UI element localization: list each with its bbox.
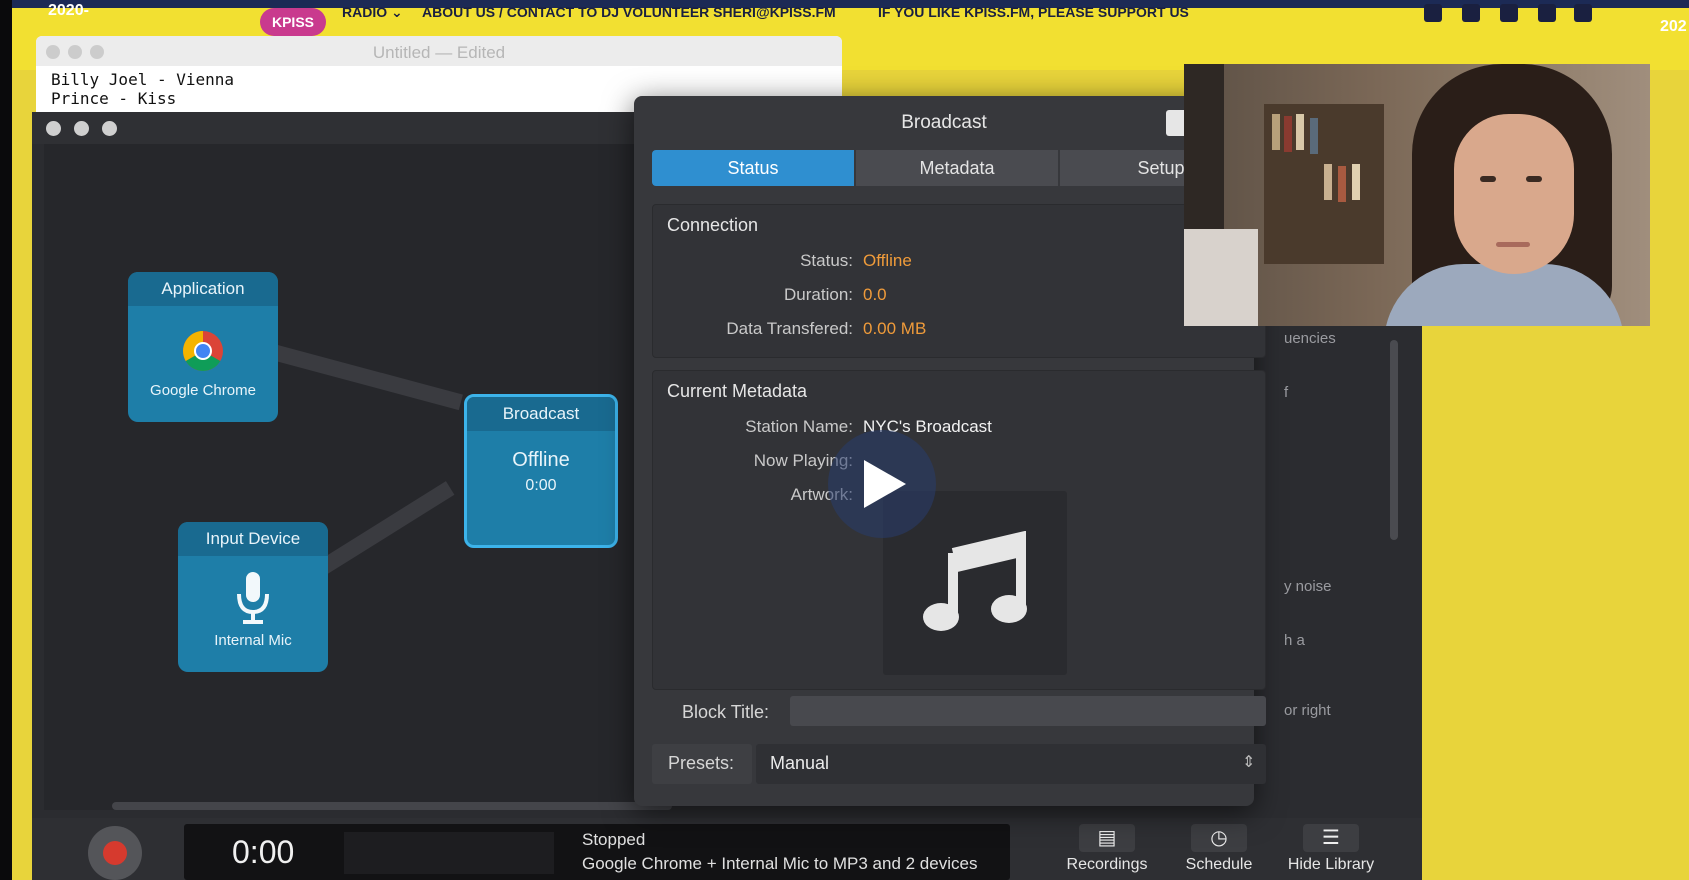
close-button[interactable]: [46, 121, 61, 136]
record-button[interactable]: [88, 826, 142, 880]
screen-recording: 2020- KPISS FM RADIO ⌄ ABOUT US / CONTAC…: [12, 0, 1689, 880]
library-text: h a: [1284, 632, 1305, 649]
dialog-title: Broadcast: [901, 112, 987, 133]
webcam-eye: [1480, 176, 1496, 182]
session-time: 0:00: [232, 834, 295, 870]
broadcast-time: 0:00: [525, 477, 557, 494]
year-label-right: 202: [1660, 18, 1687, 35]
twitter-icon[interactable]: [1462, 4, 1480, 22]
canvas-horizontal-scrollbar[interactable]: [112, 802, 672, 810]
artwork-label: Artwork:: [790, 485, 853, 504]
youtube-icon[interactable]: [1538, 4, 1556, 22]
webcam-bookshelf: [1264, 104, 1384, 264]
node-header: Input Device: [178, 522, 328, 556]
dialog-tabs: Status Metadata Setup: [652, 150, 1262, 186]
duration-value: 0.0: [863, 285, 887, 304]
session-description: Google Chrome + Internal Mic to MP3 and …: [582, 854, 978, 873]
hide-library-label: Hide Library: [1287, 856, 1375, 873]
year-label-left: 2020-: [48, 2, 89, 19]
session-display: 0:00 Stopped Google Chrome + Internal Mi…: [184, 824, 1010, 880]
block-title-input[interactable]: [790, 696, 1266, 726]
instagram-icon[interactable]: [1424, 4, 1442, 22]
recordings-button[interactable]: ▤ Recordings: [1062, 824, 1152, 880]
presets-value: Manual: [770, 753, 830, 773]
status-label: Status:: [800, 251, 853, 270]
webcam-person-face: [1454, 114, 1574, 274]
chrome-icon: [183, 331, 223, 371]
node-header: Application: [128, 272, 278, 306]
now-playing-label: Now Playing:: [753, 451, 853, 470]
block-title-label: Block Title:: [682, 702, 770, 722]
tumblr-icon[interactable]: [1574, 4, 1592, 22]
editor-line-1: Billy Joel - Vienna: [51, 70, 235, 89]
webcam-cabinet: [1184, 229, 1258, 326]
minimize-button[interactable]: [74, 121, 89, 136]
editor-titlebar: Untitled — Edited: [36, 36, 842, 66]
presets-label-box: Presets:: [652, 744, 752, 784]
status-value: Offline: [863, 251, 912, 270]
broadcast-status: Offline: [512, 449, 570, 471]
application-node[interactable]: Application Google Chrome: [128, 272, 278, 422]
library-panel: uencies f y noise h a or right: [1244, 330, 1402, 768]
hide-library-button[interactable]: ☰ Hide Library: [1286, 824, 1376, 880]
data-transfered-label: Data Transfered:: [726, 319, 853, 338]
nav-about[interactable]: ABOUT US / CONTACT TO DJ VOLUNTEER SHERI…: [422, 4, 836, 20]
schedule-button[interactable]: ◷ Schedule: [1174, 824, 1264, 880]
metadata-heading: Current Metadata: [667, 381, 808, 401]
recordings-label: Recordings: [1066, 856, 1148, 873]
site-logo[interactable]: KPISS FM: [260, 8, 326, 58]
schedule-label: Schedule: [1185, 856, 1253, 873]
clock-icon: ◷: [1191, 824, 1247, 852]
broadcast-node[interactable]: Broadcast Offline 0:00: [464, 394, 618, 548]
music-note-icon: [923, 531, 1027, 631]
webcam-eye: [1526, 176, 1542, 182]
zoom-button[interactable]: [102, 121, 117, 136]
library-text: y noise: [1284, 578, 1332, 595]
presets-select[interactable]: Manual ⇕: [756, 744, 1266, 784]
library-text: f: [1284, 384, 1289, 401]
connection-wire: [255, 340, 463, 411]
session-canvas[interactable]: Application Google Chrome Input Device I…: [44, 144, 644, 810]
station-name-label: Station Name:: [745, 417, 853, 436]
microphone-icon: [237, 572, 269, 624]
session-status: Stopped: [582, 830, 646, 849]
video-play-button[interactable]: [828, 430, 936, 538]
editor-text[interactable]: Billy Joel - Vienna Prince - Kiss: [51, 70, 234, 108]
editor-line-2: Prince - Kiss: [51, 89, 177, 108]
duration-label: Duration:: [784, 285, 853, 304]
recordings-icon: ▤: [1079, 824, 1135, 852]
webcam-overlay: [1184, 64, 1650, 326]
library-text: uencies: [1284, 330, 1336, 347]
level-meter: [344, 832, 554, 874]
tab-status[interactable]: Status: [652, 150, 854, 186]
tab-metadata[interactable]: Metadata: [856, 150, 1058, 186]
current-metadata-section: Current Metadata Station Name: NYC's Bro…: [652, 370, 1266, 690]
record-icon: [103, 841, 127, 865]
list-icon: ☰: [1303, 824, 1359, 852]
library-scrollbar[interactable]: [1390, 340, 1398, 540]
editor-title: Untitled — Edited: [372, 43, 506, 62]
connection-section: Connection Status: Offline Duration: 0.0…: [652, 204, 1266, 358]
data-transfered-value: 0.00 MB: [863, 319, 927, 338]
webcam-door: [1184, 64, 1224, 244]
library-text: or right: [1284, 702, 1331, 719]
connection-heading: Connection: [667, 215, 759, 235]
nav-radio[interactable]: RADIO ⌄: [342, 4, 403, 21]
input-device-node[interactable]: Input Device Internal Mic: [178, 522, 328, 672]
play-icon: [864, 460, 906, 508]
node-header: Broadcast: [467, 397, 615, 431]
webcam-mouth: [1496, 242, 1530, 247]
broadcast-dialog: Broadcast Status Metadata Setup Connecti…: [634, 96, 1266, 806]
presets-label: Presets:: [668, 753, 735, 773]
node-label: Internal Mic: [214, 632, 292, 649]
chevron-updown-icon: ⇕: [1242, 754, 1256, 771]
node-label: Google Chrome: [150, 382, 256, 399]
facebook-icon[interactable]: [1500, 4, 1518, 22]
nav-support[interactable]: IF YOU LIKE KPISS.FM, PLEASE SUPPORT US: [878, 4, 1189, 20]
